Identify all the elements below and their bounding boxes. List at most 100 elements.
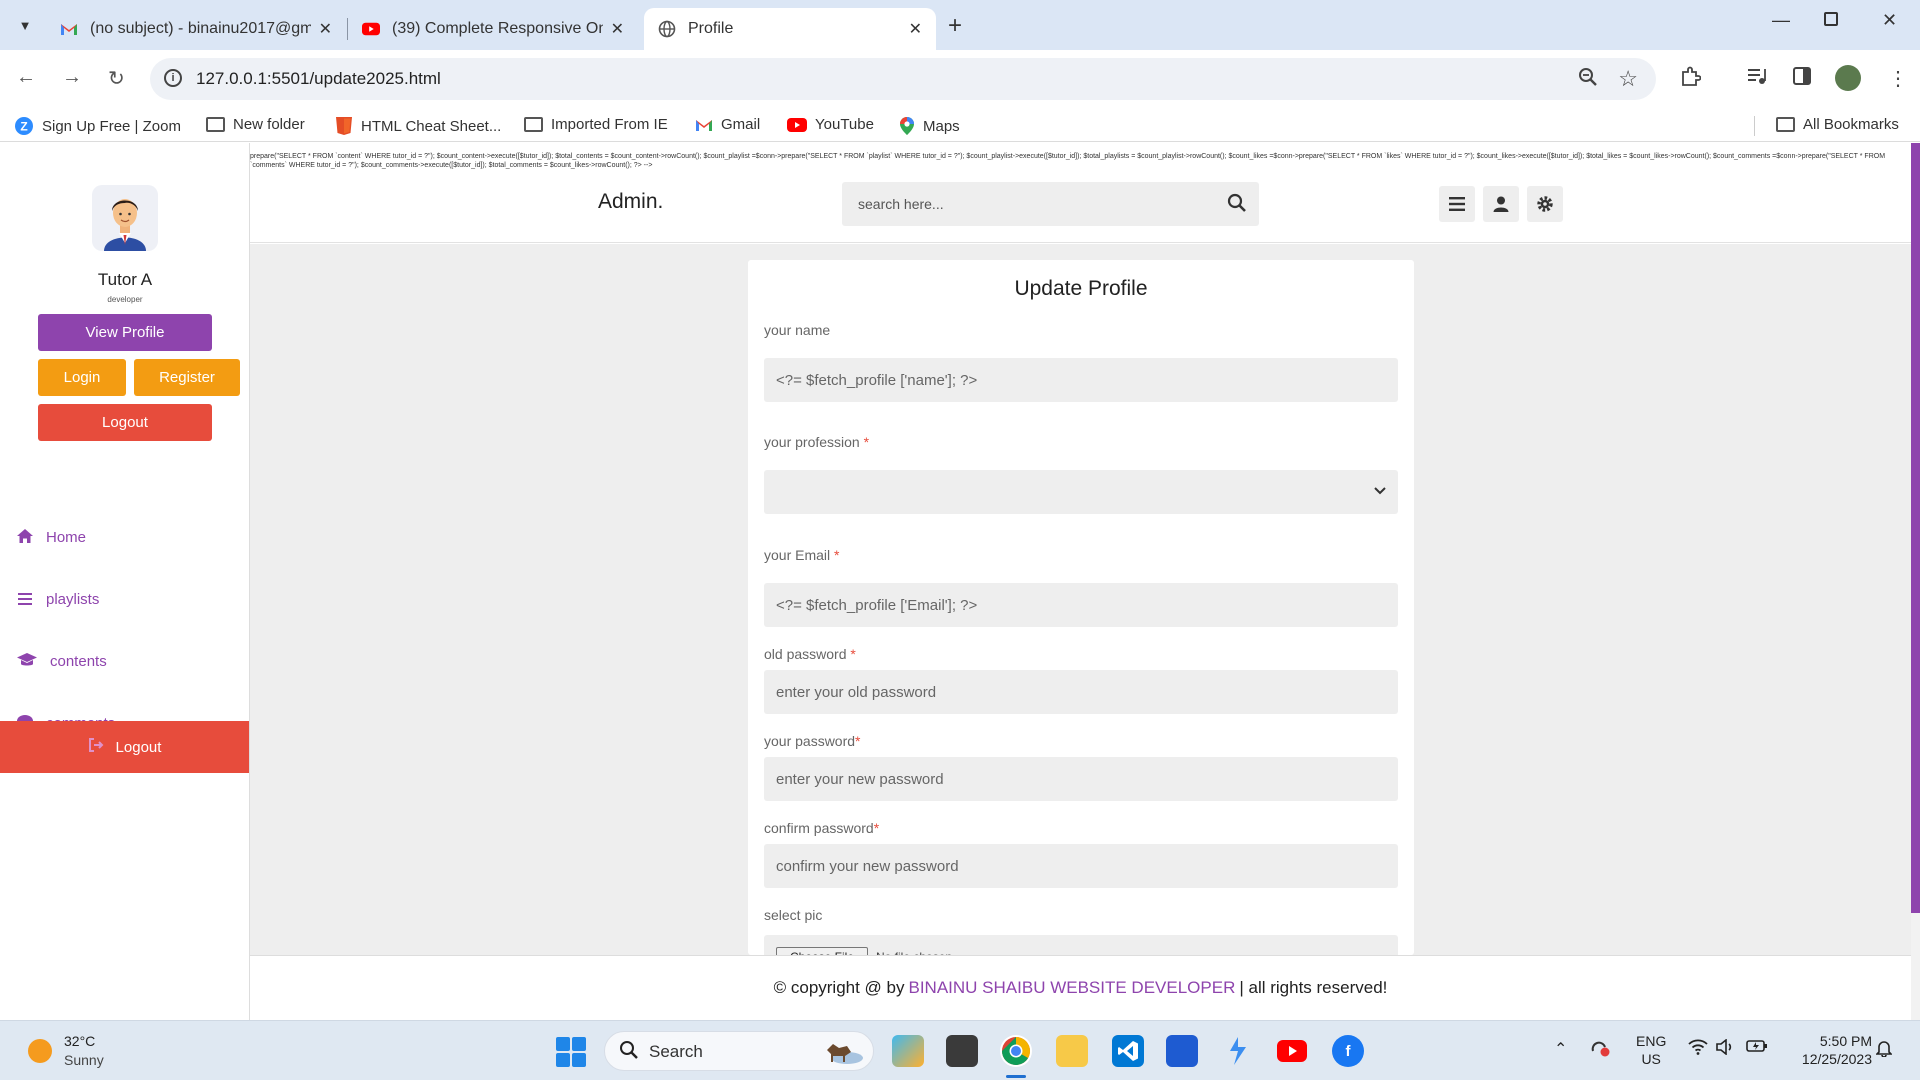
reload-icon[interactable]: ↻ <box>108 66 125 91</box>
chrome-icon[interactable] <box>1000 1035 1032 1067</box>
home-icon <box>16 529 34 546</box>
logo[interactable]: Admin. <box>598 190 663 214</box>
extensions-icon[interactable] <box>1679 66 1702 94</box>
old-password-input[interactable] <box>764 670 1398 714</box>
facebook-icon[interactable]: f <box>1332 1035 1364 1067</box>
confirm-password-label: confirm password* <box>764 820 880 836</box>
sidebar-logout-button[interactable]: Logout <box>0 721 249 773</box>
settings-gear-icon[interactable] <box>1527 186 1563 222</box>
email-input[interactable] <box>764 583 1398 627</box>
browser-toolbar: ← → ↻ i 127.0.0.1:5501/update2025.html ☆… <box>0 50 1920 108</box>
bookmark-maps[interactable]: Maps <box>899 116 960 136</box>
bookmark-zoom[interactable]: Z Sign Up Free | Zoom <box>14 116 181 136</box>
restore-icon[interactable] <box>1824 12 1838 26</box>
bookmark-gmail[interactable]: Gmail <box>695 116 760 133</box>
register-button[interactable]: Register <box>134 359 240 396</box>
close-icon[interactable]: ✕ <box>611 19 624 39</box>
old-password-label: old password * <box>764 646 856 662</box>
profession-select[interactable] <box>764 470 1398 514</box>
choose-file-button[interactable]: Choose File <box>776 947 868 955</box>
notification-bell-icon[interactable] <box>1875 1039 1893 1062</box>
new-tab-button[interactable]: + <box>948 12 962 40</box>
store-icon[interactable] <box>1166 1035 1198 1067</box>
view-profile-button[interactable]: View Profile <box>38 314 212 351</box>
bookmark-star-icon[interactable]: ☆ <box>1618 66 1638 92</box>
sidebar-item-contents[interactable]: contents <box>16 653 107 670</box>
windows-start-icon[interactable] <box>556 1037 586 1067</box>
search-highlight-icon <box>817 1038 865 1066</box>
sidebar-logout-label: Logout <box>115 738 162 756</box>
pic-file-input[interactable]: Choose File No file chosen <box>764 935 1398 955</box>
profile-avatar[interactable] <box>1835 65 1861 91</box>
taskbar-search[interactable]: Search <box>604 1031 874 1071</box>
bookmark-youtube[interactable]: YouTube <box>787 116 874 133</box>
address-bar[interactable]: i 127.0.0.1:5501/update2025.html ☆ <box>150 58 1656 100</box>
folder-icon <box>1776 117 1795 132</box>
tray-chevron-up-icon[interactable]: ⌃ <box>1554 1039 1567 1059</box>
search-input[interactable] <box>842 182 1212 226</box>
profile-role: developer <box>107 295 143 304</box>
zoom-icon[interactable] <box>1578 67 1598 93</box>
gmail-icon <box>60 20 78 38</box>
login-button[interactable]: Login <box>38 359 126 396</box>
profile-image <box>92 185 158 251</box>
tab-gmail[interactable]: (no subject) - binainu2017@gm ✕ <box>46 8 346 50</box>
tab-title: (39) Complete Responsive Onlin <box>392 20 603 37</box>
minimize-icon[interactable]: — <box>1772 10 1790 31</box>
search-icon[interactable] <box>1227 193 1247 218</box>
close-window-icon[interactable]: ✕ <box>1882 10 1897 31</box>
new-password-input[interactable] <box>764 757 1398 801</box>
bookmark-imported-from-ie[interactable]: Imported From IE <box>524 116 668 133</box>
weather-temperature[interactable]: 32°C <box>64 1033 95 1049</box>
sidebar-item-label: contents <box>50 653 107 670</box>
battery-icon[interactable] <box>1746 1039 1768 1058</box>
bookmark-new-folder[interactable]: New folder <box>206 116 305 133</box>
page-footer: © copyright @ by BINAINU SHAIBU WEBSITE … <box>250 955 1911 1020</box>
wifi-icon[interactable] <box>1688 1039 1708 1060</box>
bookmarks-divider <box>1754 116 1755 136</box>
confirm-password-input[interactable] <box>764 844 1398 888</box>
weather-sun-icon[interactable] <box>28 1039 52 1063</box>
weather-condition[interactable]: Sunny <box>64 1052 104 1068</box>
menu-kebab-icon[interactable]: ⋮ <box>1888 66 1908 91</box>
volume-icon[interactable] <box>1716 1038 1734 1060</box>
back-icon[interactable]: ← <box>16 66 36 89</box>
file-explorer-icon[interactable] <box>1056 1035 1088 1067</box>
logout-button[interactable]: Logout <box>38 404 212 441</box>
sidebar-item-label: playlists <box>46 591 100 608</box>
youtube-app-icon[interactable] <box>1276 1035 1308 1067</box>
sidebar-item-home[interactable]: Home <box>16 529 86 546</box>
tab-profile[interactable]: Profile ✕ <box>644 8 936 50</box>
media-control-icon[interactable] <box>1746 66 1768 92</box>
file-status: No file chosen <box>876 947 952 955</box>
bookmark-label: Imported From IE <box>551 116 668 133</box>
site-info-icon[interactable]: i <box>164 69 182 87</box>
name-input[interactable] <box>764 358 1398 402</box>
svg-text:Z: Z <box>20 120 27 134</box>
bookmark-label: All Bookmarks <box>1803 116 1899 133</box>
tab-title: (no subject) - binainu2017@gm <box>90 20 311 37</box>
profession-label: your profession * <box>764 434 870 450</box>
forward-icon[interactable]: → <box>62 66 82 89</box>
tab-youtube[interactable]: (39) Complete Responsive Onlin ✕ <box>348 8 638 50</box>
vs-icon[interactable] <box>1222 1035 1254 1067</box>
copilot-icon[interactable] <box>892 1035 924 1067</box>
user-icon[interactable] <box>1483 186 1519 222</box>
tab-search-button[interactable]: ▼ <box>12 12 38 38</box>
all-bookmarks[interactable]: All Bookmarks <box>1776 116 1899 133</box>
url-text[interactable]: 127.0.0.1:5501/update2025.html <box>196 69 441 89</box>
bookmark-html-cheat-sheet[interactable]: HTML Cheat Sheet... <box>335 116 501 136</box>
menu-bars-icon[interactable] <box>1439 186 1475 222</box>
input-language[interactable]: ENG US <box>1636 1032 1666 1068</box>
system-clock[interactable]: 5:50 PM 12/25/2023 <box>1786 1032 1872 1068</box>
name-label: your name <box>764 322 831 338</box>
vscode-icon[interactable] <box>1112 1035 1144 1067</box>
task-view-icon[interactable] <box>946 1035 978 1067</box>
close-icon[interactable]: ✕ <box>909 19 922 39</box>
scrollbar-thumb[interactable] <box>1911 143 1920 913</box>
sidebar-item-playlists[interactable]: playlists <box>16 591 99 608</box>
page-scrollbar[interactable] <box>1911 143 1920 1020</box>
close-icon[interactable]: ✕ <box>319 19 332 39</box>
tray-status-icon[interactable] <box>1590 1039 1610 1062</box>
side-panel-icon[interactable] <box>1792 66 1812 92</box>
